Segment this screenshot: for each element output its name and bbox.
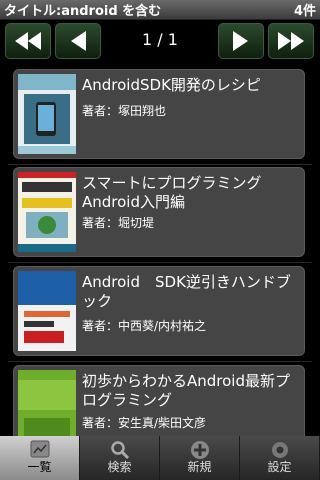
status-title-bar: タイトル:android を含む 4件 [0,0,320,20]
book-author: 著者：中西葵/内村祐之 [82,319,207,333]
tab-label: 一覧 [27,460,52,474]
book-title: AndroidSDK開発のレシピ [82,76,261,94]
add-icon [190,441,209,459]
book-title: Android SDK逆引きハンドブック [82,273,291,310]
last-page-button[interactable] [268,23,314,59]
search-icon [110,441,129,460]
result-count: 4件 [293,4,316,19]
list-divider [8,164,312,165]
book-cover-image [18,370,76,436]
list-divider [8,262,312,263]
book-card[interactable]: AndroidSDK開発のレシピ 著者：塚田翔也 [13,69,305,159]
double-left-arrow-icon [15,32,41,50]
first-page-button[interactable] [5,23,51,59]
book-card[interactable]: 初歩からわかるAndroid最新プログラミング 著者：安生真/柴田文彦 [13,365,305,436]
book-title: 初歩からわかるAndroid最新プログラミング [82,372,290,409]
book-author: 著者：塚田翔也 [82,104,167,118]
tab-settings[interactable]: 設定 [240,436,320,480]
double-right-arrow-icon [278,32,304,50]
left-arrow-icon [71,31,86,51]
list-divider [8,361,312,362]
next-page-button[interactable] [218,23,264,59]
book-author: 著者：堀切堤 [82,216,155,230]
tab-label: 検索 [107,460,132,474]
tab-label: 新規 [187,460,212,474]
list-icon [30,440,49,458]
book-cover-image [18,271,76,351]
book-author: 著者：安生真/柴田文彦 [82,416,207,430]
settings-icon [271,442,288,458]
book-card[interactable]: スマートにプログラミングAndroid入門編 著者：堀切堤 [13,167,305,257]
tab-new[interactable]: 新規 [160,436,240,480]
bottom-tab-bar: 一覧 検索 新規 設定 [0,436,320,480]
tab-list[interactable]: 一覧 [0,436,80,480]
tab-label: 設定 [267,460,292,474]
book-title: スマートにプログラミングAndroid入門編 [82,174,262,211]
search-query-label: タイトル:android を含む [4,4,162,19]
book-cover-image [18,172,76,252]
prev-page-button[interactable] [55,23,101,59]
book-list: AndroidSDK開発のレシピ 著者：塚田翔也 スマートにプログラミングAnd… [0,62,320,436]
page-indicator: 1 / 1 [142,30,178,49]
book-cover-image [18,74,76,154]
book-card[interactable]: Android SDK逆引きハンドブック 著者：中西葵/内村祐之 [13,266,305,356]
pager-bar: 1 / 1 [0,20,320,62]
tab-search[interactable]: 検索 [80,436,160,480]
right-arrow-icon [233,31,248,51]
